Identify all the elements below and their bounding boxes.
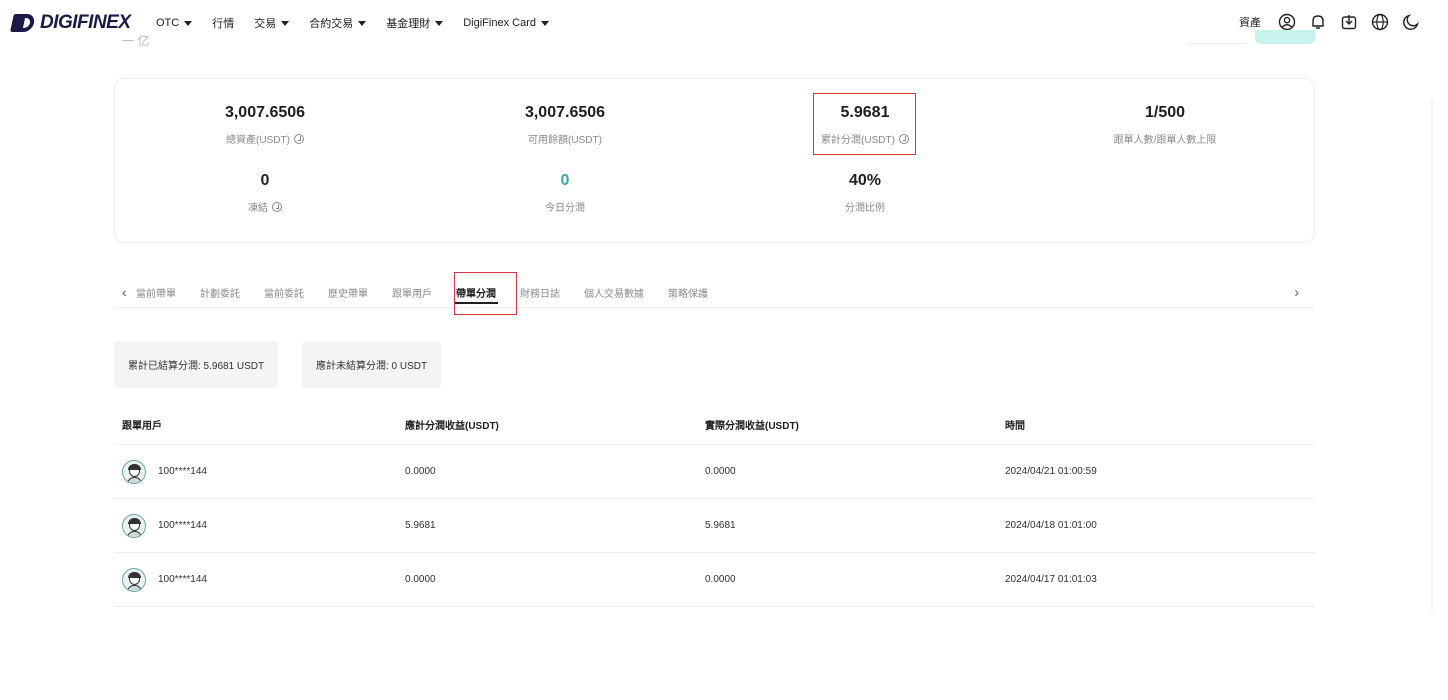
avatar	[122, 567, 146, 592]
download-icon[interactable]	[1339, 12, 1358, 31]
stat-followers: 1/500 跟單人數/跟單人數上限	[1015, 104, 1315, 146]
profit-share-table: 跟單用戶 應計分潤收益(USDT) 實際分潤收益(USDT) 時間 100***…	[114, 405, 1315, 607]
info-icon[interactable]	[293, 133, 304, 144]
user-id: 100****144	[158, 520, 207, 531]
accrued-value: 0.0000	[405, 466, 436, 477]
stat-label: 可用餘額(USDT)	[528, 135, 602, 146]
tab-list: 當前帶單 計劃委託 當前委託 歷史帶單 跟單用戶 帶單分潤 財務日誌 個人交易數…	[136, 285, 732, 304]
table-header: 跟單用戶 應計分潤收益(USDT) 實際分潤收益(USDT) 時間	[114, 405, 1315, 445]
accrued-value: 5.9681	[405, 520, 436, 531]
time-value: 2024/04/17 01:01:03	[1005, 574, 1097, 585]
nav-label: OTC	[156, 17, 180, 29]
tab-followers[interactable]: 跟單用戶	[392, 285, 432, 300]
stat-value: 1/500	[1144, 104, 1186, 121]
tab-history-orders[interactable]: 歷史帶單	[328, 285, 368, 300]
stat-value: 3,007.6506	[524, 104, 606, 121]
settled-share-chip: 累計已結算分潤: 5.9681 USDT	[114, 341, 279, 388]
stat-label: 今日分潤	[545, 203, 585, 214]
stat-today-share: 0 今日分潤	[415, 172, 715, 214]
actual-value: 0.0000	[705, 574, 736, 585]
nav-label: 合約交易	[309, 18, 354, 30]
caret-down-icon	[281, 20, 290, 26]
background-title-text: 一 亿	[122, 34, 150, 48]
logo-text: DIGIFINEX	[40, 12, 131, 33]
accrued-value: 0.0000	[405, 574, 436, 585]
main-nav: OTC 行情 交易 合約交易 基金理財 DigiFinex Card	[156, 15, 569, 31]
stat-share-ratio: 40% 分潤比例	[715, 172, 1015, 214]
col-header-actual: 實際分潤收益(USDT)	[705, 421, 799, 432]
stat-label: 分潤比例	[845, 203, 885, 214]
info-icon[interactable]	[272, 201, 282, 212]
user-icon[interactable]	[1277, 12, 1296, 31]
chevron-left-icon[interactable]: ‹	[122, 284, 127, 300]
stat-label: 凍結	[248, 203, 268, 214]
col-header-user: 跟單用戶	[122, 421, 162, 432]
bell-icon[interactable]	[1308, 12, 1327, 31]
nav-label: 行情	[212, 18, 235, 30]
moon-icon[interactable]	[1401, 12, 1420, 31]
stat-value: 0	[560, 172, 570, 189]
unsettled-share-chip: 應計未結算分潤: 0 USDT	[302, 341, 442, 388]
caret-down-icon	[540, 20, 549, 26]
nav-item-fund[interactable]: 基金理財	[386, 15, 444, 31]
tab-plan-orders[interactable]: 計劃委託	[200, 285, 240, 300]
page-scrollbar[interactable]	[1431, 100, 1433, 610]
tab-open-orders[interactable]: 當前委託	[264, 285, 304, 300]
time-value: 2024/04/21 01:00:59	[1005, 466, 1097, 477]
table-row: 100****144 0.0000 0.0000 2024/04/17 01:0…	[114, 553, 1315, 607]
table-row: 100****144 5.9681 5.9681 2024/04/18 01:0…	[114, 499, 1315, 553]
stat-total-assets: 3,007.6506 總資產(USDT)	[115, 104, 415, 146]
table-row: 100****144 0.0000 0.0000 2024/04/21 01:0…	[114, 445, 1315, 499]
col-header-time: 時間	[1005, 421, 1025, 432]
tab-personal-data[interactable]: 個人交易數據	[584, 285, 644, 300]
avatar	[122, 513, 146, 538]
stat-value: 3,007.6506	[224, 104, 306, 121]
stat-label: 跟單人數/跟單人數上限	[1113, 135, 1217, 146]
nav-item-futures[interactable]: 合約交易	[309, 15, 367, 31]
stat-label: 總資產(USDT)	[226, 135, 290, 146]
digifinex-logo[interactable]: DIGIFINEX	[10, 12, 131, 34]
stats-card: 3,007.6506 總資產(USDT) 3,007.6506 可用餘額(USD…	[114, 78, 1315, 243]
header-actions: 資產	[1239, 12, 1420, 31]
caret-down-icon	[184, 20, 193, 26]
nav-item-market[interactable]: 行情	[212, 15, 234, 31]
user-id: 100****144	[158, 466, 207, 477]
nav-label: 交易	[254, 18, 277, 30]
stat-value: 0	[260, 172, 270, 189]
globe-icon[interactable]	[1370, 12, 1389, 31]
caret-down-icon	[435, 20, 444, 26]
stat-frozen: 0 凍結	[115, 172, 415, 214]
nav-label: DigiFinex Card	[463, 17, 536, 29]
highlight-box-profit-share-tab	[454, 272, 517, 315]
stat-value: 40%	[848, 172, 882, 189]
nav-item-trade[interactable]: 交易	[254, 15, 290, 31]
avatar	[122, 459, 146, 484]
stat-available: 3,007.6506 可用餘額(USDT)	[415, 104, 715, 146]
highlight-box-cumulative-share	[813, 93, 916, 155]
background-accent-button	[1255, 30, 1315, 44]
tab-current-orders[interactable]: 當前帶單	[136, 285, 176, 300]
nav-label: 基金理財	[386, 18, 431, 30]
col-header-accrued: 應計分潤收益(USDT)	[405, 421, 499, 432]
actual-value: 0.0000	[705, 466, 736, 477]
tab-bar: ‹ 當前帶單 計劃委託 當前委託 歷史帶單 跟單用戶 帶單分潤 財務日誌 個人交…	[114, 270, 1315, 308]
caret-down-icon	[358, 20, 367, 26]
time-value: 2024/04/18 01:01:00	[1005, 520, 1097, 531]
tab-finance-log[interactable]: 財務日誌	[520, 285, 560, 300]
user-id: 100****144	[158, 574, 207, 585]
chevron-right-icon[interactable]: ›	[1294, 284, 1299, 300]
logo-mark-icon	[10, 12, 36, 34]
nav-item-otc[interactable]: OTC	[156, 15, 193, 31]
actual-value: 5.9681	[705, 520, 736, 531]
tab-strategy-protection[interactable]: 策略保護	[668, 285, 708, 300]
nav-item-card[interactable]: DigiFinex Card	[463, 15, 549, 31]
background-button	[1187, 26, 1247, 44]
